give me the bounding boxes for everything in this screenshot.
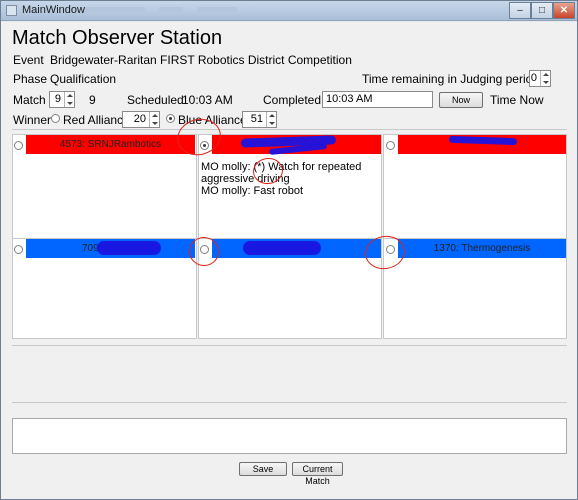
now-button[interactable]: Now [439,92,483,108]
completed-time-value: 10:03 AM [326,93,373,105]
scheduled-label: Scheduled: [127,93,188,107]
blue-team-3-name: 1370: Thermogenesis [433,243,531,254]
title-bar: MainWindow – □ ✕ [1,1,577,21]
divider [12,345,567,346]
divider [12,129,567,130]
title-bar-ghost [197,7,237,12]
judging-time-value: 0 [530,72,537,84]
title-bar-ghost [159,7,183,12]
time-now-label: Time Now [490,93,544,107]
scheduled-value: 10:03 AM [182,93,233,107]
red-alliance-label: Red Alliance [63,113,130,127]
judging-label: Time remaining in Judging period: [362,72,543,86]
match-number-value: 9 [54,93,61,105]
match-number-display: 9 [89,93,96,107]
save-button[interactable]: Save [239,462,287,476]
red-alliance-radio[interactable] [51,114,60,123]
blue-team-1-radio[interactable] [14,245,23,254]
app-icon [6,5,17,16]
close-button[interactable]: ✕ [553,2,575,19]
stepper-arrows-icon[interactable] [540,71,550,86]
event-value: Bridgewater-Raritan FIRST Robotics Distr… [50,53,352,67]
winner-label: Winner [13,113,52,127]
match-number-stepper[interactable]: 9 [49,91,75,108]
match-label: Match [13,93,46,107]
minimize-button[interactable]: – [509,2,531,19]
note-line: MO molly: Fast robot [201,185,304,197]
red-team-1-radio[interactable] [14,141,23,150]
blue-team-3-bar: 1370: Thermogenesis [398,239,566,258]
stepper-arrows-icon[interactable] [266,112,276,127]
event-label: Event [13,53,44,67]
title-bar-ghost [85,7,145,12]
current-match-button[interactable]: Current Match [292,462,343,486]
stepper-arrows-icon[interactable] [64,92,74,107]
completed-label: Completed: [263,93,325,107]
completed-time-field[interactable]: 10:03 AM [322,91,433,108]
phase-label: Phase [13,72,48,86]
red-team-3-radio[interactable] [386,141,395,150]
blue-alliance-radio[interactable] [166,114,175,123]
red-team-1-bar: 4573: SRNJRambotics [26,135,195,154]
red-team-1-name: 4573: SRNJRambotics [59,139,162,150]
main-content: Match Observer Station Event Bridgewater… [1,22,577,499]
red-score-value: 20 [133,113,146,125]
redaction-scribble [97,241,161,255]
notes-input[interactable] [12,418,567,454]
window-title: MainWindow [22,4,85,16]
blue-score-value: 51 [250,113,263,125]
judging-time-stepper[interactable]: 0 [529,70,551,87]
divider [12,402,567,403]
blue-score-stepper[interactable]: 51 [242,111,277,128]
redaction-scribble [243,241,321,255]
phase-value: Qualification [50,72,117,86]
maximize-button[interactable]: □ [531,2,553,19]
main-window: MainWindow – □ ✕ Match Observer Station … [0,0,578,500]
page-title: Match Observer Station [12,27,223,49]
red-score-stepper[interactable]: 20 [122,111,160,128]
stepper-arrows-icon[interactable] [149,112,159,127]
